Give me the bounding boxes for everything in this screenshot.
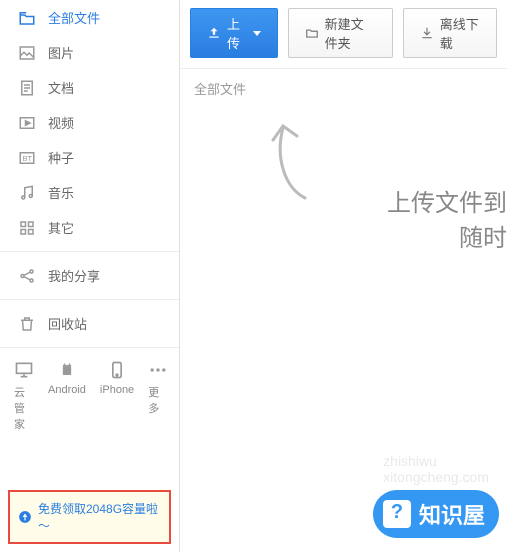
folder-plus-icon bbox=[305, 26, 319, 40]
chevron-down-icon bbox=[253, 31, 261, 36]
sidebar-item-video[interactable]: 视频 bbox=[0, 105, 179, 140]
sidebar-item-images[interactable]: 图片 bbox=[0, 35, 179, 70]
brand-badge[interactable]: 知识屋 bbox=[373, 490, 499, 538]
music-icon bbox=[18, 184, 36, 202]
share-icon bbox=[18, 267, 36, 285]
monitor-icon bbox=[14, 360, 34, 380]
sidebar-item-label: 回收站 bbox=[48, 314, 87, 333]
sidebar-item-label: 视频 bbox=[48, 113, 74, 132]
sidebar-item-label: 图片 bbox=[48, 43, 74, 62]
sidebar-item-all-files[interactable]: 全部文件 bbox=[0, 0, 179, 35]
watermark: zhishiwu xitongcheng.com bbox=[383, 453, 489, 485]
sidebar-item-label: 全部文件 bbox=[48, 8, 100, 27]
device-cloud-manager[interactable]: 云管家 bbox=[14, 360, 34, 432]
bt-icon: BT bbox=[18, 149, 36, 167]
sidebar-item-share[interactable]: 我的分享 bbox=[0, 258, 179, 293]
toolbar: 上传 新建文件夹 离线下载 bbox=[180, 0, 507, 69]
image-icon bbox=[18, 44, 36, 62]
more-icon bbox=[148, 360, 168, 380]
new-folder-button[interactable]: 新建文件夹 bbox=[288, 8, 393, 58]
hint-text-2: 随时 bbox=[459, 218, 507, 253]
sidebar-item-other[interactable]: 其它 bbox=[0, 210, 179, 245]
upload-icon bbox=[207, 26, 221, 40]
iphone-icon bbox=[107, 360, 127, 380]
device-android[interactable]: Android bbox=[48, 360, 86, 432]
device-more[interactable]: 更多 bbox=[148, 360, 168, 432]
arrow-sketch-icon bbox=[255, 118, 325, 208]
sidebar-item-label: 文档 bbox=[48, 78, 74, 97]
promo-text: 免费领取2048G容量啦～ bbox=[38, 500, 161, 534]
other-icon bbox=[18, 219, 36, 237]
brand-icon bbox=[383, 500, 411, 528]
cloud-folder-icon bbox=[18, 9, 36, 27]
divider bbox=[0, 299, 179, 300]
sidebar-item-recycle[interactable]: 回收站 bbox=[0, 306, 179, 341]
sidebar-item-label: 我的分享 bbox=[48, 266, 100, 285]
sidebar-item-music[interactable]: 音乐 bbox=[0, 175, 179, 210]
content-area: 上传文件到 随时 zhishiwu xitongcheng.com 知识屋 bbox=[180, 108, 507, 552]
offline-download-button[interactable]: 离线下载 bbox=[403, 8, 497, 58]
breadcrumb[interactable]: 全部文件 bbox=[180, 69, 507, 108]
video-icon bbox=[18, 114, 36, 132]
sidebar-item-label: 其它 bbox=[48, 218, 74, 237]
sidebar: 全部文件 图片 文档 视频 bbox=[0, 0, 180, 552]
document-icon bbox=[18, 79, 36, 97]
sidebar-item-label: 种子 bbox=[48, 148, 74, 167]
divider bbox=[0, 347, 179, 348]
hint-text-1: 上传文件到 bbox=[387, 183, 507, 218]
svg-text:BT: BT bbox=[23, 154, 33, 163]
sidebar-item-docs[interactable]: 文档 bbox=[0, 70, 179, 105]
trash-icon bbox=[18, 315, 36, 333]
main-area: 上传 新建文件夹 离线下载 全部文件 上传文件到 bbox=[180, 0, 507, 552]
sidebar-item-seeds[interactable]: BT 种子 bbox=[0, 140, 179, 175]
device-iphone[interactable]: iPhone bbox=[100, 360, 134, 432]
android-icon bbox=[57, 360, 77, 380]
promo-banner[interactable]: 免费领取2048G容量啦～ bbox=[8, 490, 171, 544]
upload-button[interactable]: 上传 bbox=[190, 8, 278, 58]
divider bbox=[0, 251, 179, 252]
download-icon bbox=[420, 26, 434, 40]
info-icon bbox=[18, 510, 32, 524]
sidebar-item-label: 音乐 bbox=[48, 183, 74, 202]
